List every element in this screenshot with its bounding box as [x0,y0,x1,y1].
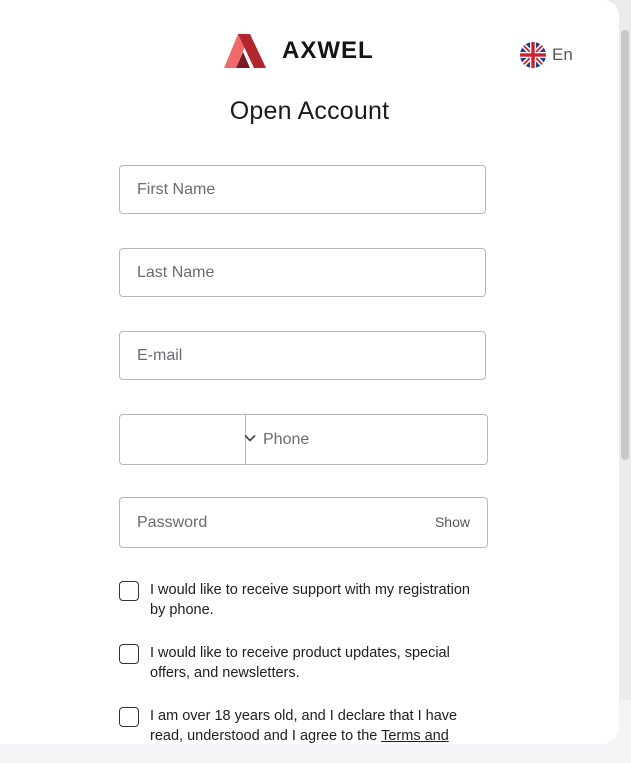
email-input[interactable] [120,332,485,379]
consent-newsletter: I would like to receive product updates,… [119,643,489,683]
last-name-input[interactable] [120,249,485,296]
chevron-down-icon [244,434,256,442]
password-field: Show [119,497,488,548]
scrollbar[interactable] [619,0,631,763]
email-field [119,331,486,380]
consent-terms-checkbox[interactable] [119,707,139,727]
first-name-field [119,165,486,214]
consent-phone-support: I would like to receive support with my … [119,580,489,620]
signup-card: AXWEL En Open Account First Name Last Na… [0,0,619,744]
consent-terms-label: I am over 18 years old, and I declare th… [150,706,489,744]
phone-row [119,414,488,465]
country-code-select[interactable] [120,415,256,464]
consent-terms: I am over 18 years old, and I declare th… [119,706,489,744]
language-selector[interactable]: En [520,42,573,68]
first-name-input[interactable] [120,166,485,213]
page-title: Open Account [229,97,390,125]
consent-newsletter-label: I would like to receive product updates,… [150,645,450,681]
password-input[interactable] [120,498,487,547]
brand-name: AXWEL [282,37,374,64]
language-label: En [552,45,573,64]
last-name-field [119,248,486,297]
phone-input[interactable] [246,415,487,464]
scrollbar-thumb[interactable] [621,30,629,460]
uk-flag-icon [520,42,546,68]
consent-phone-support-checkbox[interactable] [119,581,139,601]
show-password-button[interactable]: Show [435,514,470,530]
axwel-logo-icon [224,34,266,68]
terms-link[interactable]: Terms and [381,728,449,744]
brand-logo: AXWEL [224,34,374,68]
consent-phone-support-label: I would like to receive support with my … [150,582,470,618]
consent-newsletter-checkbox[interactable] [119,644,139,664]
